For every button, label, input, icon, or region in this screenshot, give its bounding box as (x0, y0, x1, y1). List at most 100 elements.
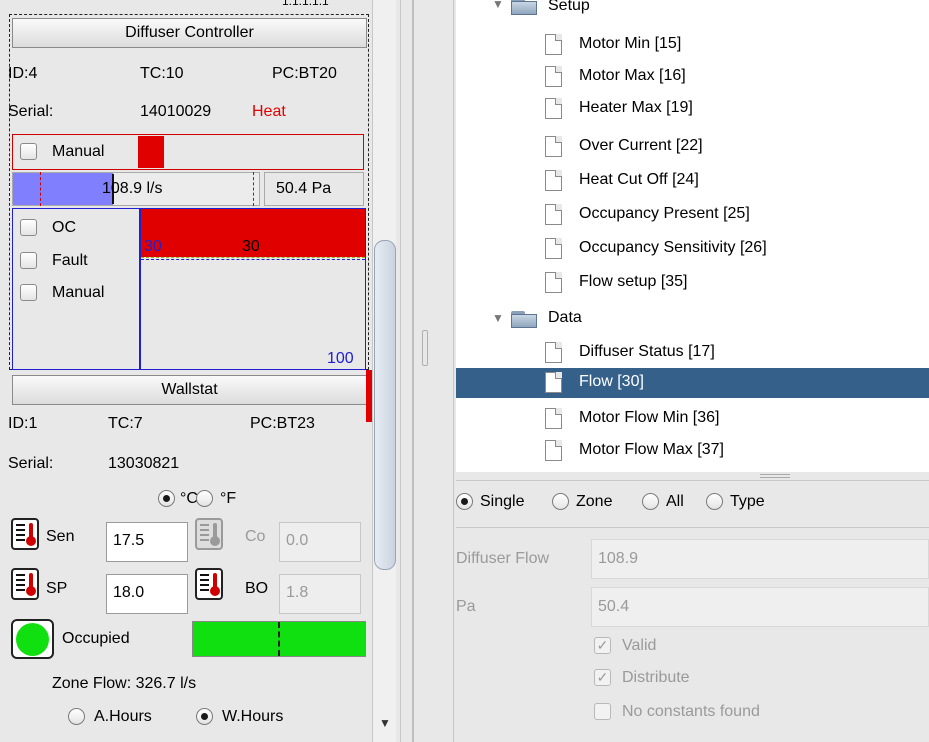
tree-label: Occupancy Present [25] (579, 205, 750, 222)
a-hours-label: A.Hours (94, 708, 152, 725)
w-hours-radio[interactable] (196, 708, 213, 725)
flow-value: 108.9 l/s (102, 180, 163, 197)
split-divider[interactable] (400, 0, 454, 742)
tree-row-data-item[interactable]: Diffuser Status [17] (456, 338, 929, 368)
tree-label-data: Data (548, 309, 582, 326)
bar-left-label: 30 (144, 238, 162, 255)
fault-checkbox[interactable] (20, 252, 37, 269)
pa-label: Pa (456, 598, 476, 615)
zone-flow: Zone Flow: 326.7 l/s (52, 675, 197, 692)
valid-label: Valid (622, 637, 657, 654)
collapse-arrow-icon[interactable]: ▼ (492, 0, 504, 11)
tree-row-setup-item[interactable]: Motor Max [16] (456, 62, 929, 92)
wallstat-title[interactable]: Wallstat (12, 375, 367, 405)
fahrenheit-radio[interactable] (196, 490, 213, 507)
bo-thermometer-icon (195, 568, 223, 600)
diffuser-flow-field: 108.9 (591, 539, 929, 579)
manual-label: Manual (52, 143, 105, 160)
document-icon (545, 342, 562, 363)
tree-row-data-item[interactable]: Motor Flow Min [36] (456, 404, 929, 434)
tree-label: Motor Min [15] (579, 35, 682, 52)
wallstat-id: ID:1 (8, 415, 38, 432)
collapse-arrow-icon[interactable]: ▼ (492, 311, 504, 325)
folder-icon (511, 0, 537, 15)
left-scrollbar-thumb[interactable] (374, 240, 396, 570)
tree-label: Flow [30] (579, 373, 644, 390)
tree-row-setup-item[interactable]: Motor Min [15] (456, 30, 929, 60)
document-icon (545, 204, 562, 225)
type-label: Type (730, 493, 765, 510)
co-thermometer-icon (195, 518, 223, 550)
detail-panel: Single Zone All Type Diffuser Flow 108.9… (456, 480, 929, 742)
tree-label: Heat Cut Off [24] (579, 171, 699, 188)
horizontal-split-grip[interactable] (760, 474, 790, 478)
tree-label: Heater Max [19] (579, 99, 693, 116)
no-constants-checkbox (594, 703, 611, 720)
manual2-label: Manual (52, 284, 105, 301)
type-radio[interactable] (706, 493, 723, 510)
no-constants-label: No constants found (622, 703, 760, 720)
w-hours-label: W.Hours (222, 708, 284, 725)
heat-bar-setpoint-line (141, 257, 365, 258)
all-radio[interactable] (642, 493, 659, 510)
occupied-button[interactable] (11, 619, 54, 659)
tree-row-data[interactable]: ▼ Data (456, 304, 929, 334)
bo-input: 1.8 (279, 574, 361, 614)
zone-radio[interactable] (552, 493, 569, 510)
tree-label-setup: Setup (548, 0, 590, 14)
tree-row-setup-item[interactable]: Occupancy Present [25] (456, 200, 929, 230)
tree-label: Over Current [22] (579, 137, 703, 154)
distribute-checkbox: ✓ (594, 669, 611, 686)
fahrenheit-label: °F (220, 490, 237, 507)
tree-panel: ▼ Setup Motor Min [15] Motor Max [16] He… (456, 0, 929, 472)
tree-label: Flow setup [35] (579, 273, 688, 290)
wallstat-pc: PC:BT23 (250, 415, 315, 432)
tree-row-setup-item[interactable]: Heater Max [19] (456, 94, 929, 124)
split-line (412, 0, 414, 742)
tree-label: Occupancy Sensitivity [26] (579, 239, 767, 256)
manual-checkbox[interactable] (20, 143, 37, 160)
oc-checkbox[interactable] (20, 219, 37, 236)
wallstat-serial: 13030821 (108, 455, 180, 472)
manual2-checkbox[interactable] (20, 284, 37, 301)
oc-label: OC (52, 219, 76, 236)
occupied-label: Occupied (62, 630, 130, 647)
celsius-radio[interactable] (158, 490, 175, 507)
split-grip[interactable] (422, 330, 428, 366)
scroll-down-arrow-icon[interactable]: ▼ (379, 716, 391, 730)
single-radio[interactable] (456, 493, 473, 510)
tree-label: Diffuser Status [17] (579, 343, 715, 360)
zone-label: Zone (576, 493, 613, 510)
document-icon (545, 136, 562, 157)
sen-input[interactable]: 17.5 (106, 522, 188, 562)
sp-input[interactable]: 18.0 (106, 574, 188, 614)
bar-right-label: 30 (242, 238, 260, 255)
open-folder-icon (511, 309, 537, 328)
tree-row-data-item-selected[interactable]: Flow [30] (456, 368, 929, 398)
bo-label: BO (245, 580, 269, 597)
tree-row-setup-item[interactable]: Heat Cut Off [24] (456, 166, 929, 196)
diffuser-mode: Heat (252, 103, 286, 120)
sp-label: SP (46, 580, 68, 597)
pa-field: 50.4 (591, 587, 929, 627)
document-icon (545, 34, 562, 55)
distribute-label: Distribute (622, 669, 690, 686)
diffuser-pc: PC:BT20 (272, 65, 337, 82)
tree-row-setup-item[interactable]: Occupancy Sensitivity [26] (456, 234, 929, 264)
a-hours-radio[interactable] (68, 708, 85, 725)
document-icon (545, 238, 562, 259)
occupied-bar-marker (278, 622, 280, 656)
tree-label: Motor Flow Max [37] (579, 441, 724, 458)
tree-row-setup-item[interactable]: Over Current [22] (456, 132, 929, 162)
document-icon (545, 408, 562, 429)
sensor-thermometer-icon (11, 518, 39, 550)
tree-row-setup[interactable]: ▼ Setup (456, 0, 929, 22)
tree-row-data-item[interactable]: Motor Flow Max [37] (456, 436, 929, 466)
diffuser-title[interactable]: Diffuser Controller (12, 18, 367, 48)
left-panel: 1.1.1.1.1 Diffuser Controller ID:4 TC:10… (0, 0, 372, 742)
tree-row-setup-item[interactable]: Flow setup [35] (456, 268, 929, 298)
sen-label: Sen (46, 528, 75, 545)
valid-checkbox: ✓ (594, 637, 611, 654)
tree-label: Motor Flow Min [36] (579, 409, 720, 426)
tree-label: Motor Max [16] (579, 67, 686, 84)
